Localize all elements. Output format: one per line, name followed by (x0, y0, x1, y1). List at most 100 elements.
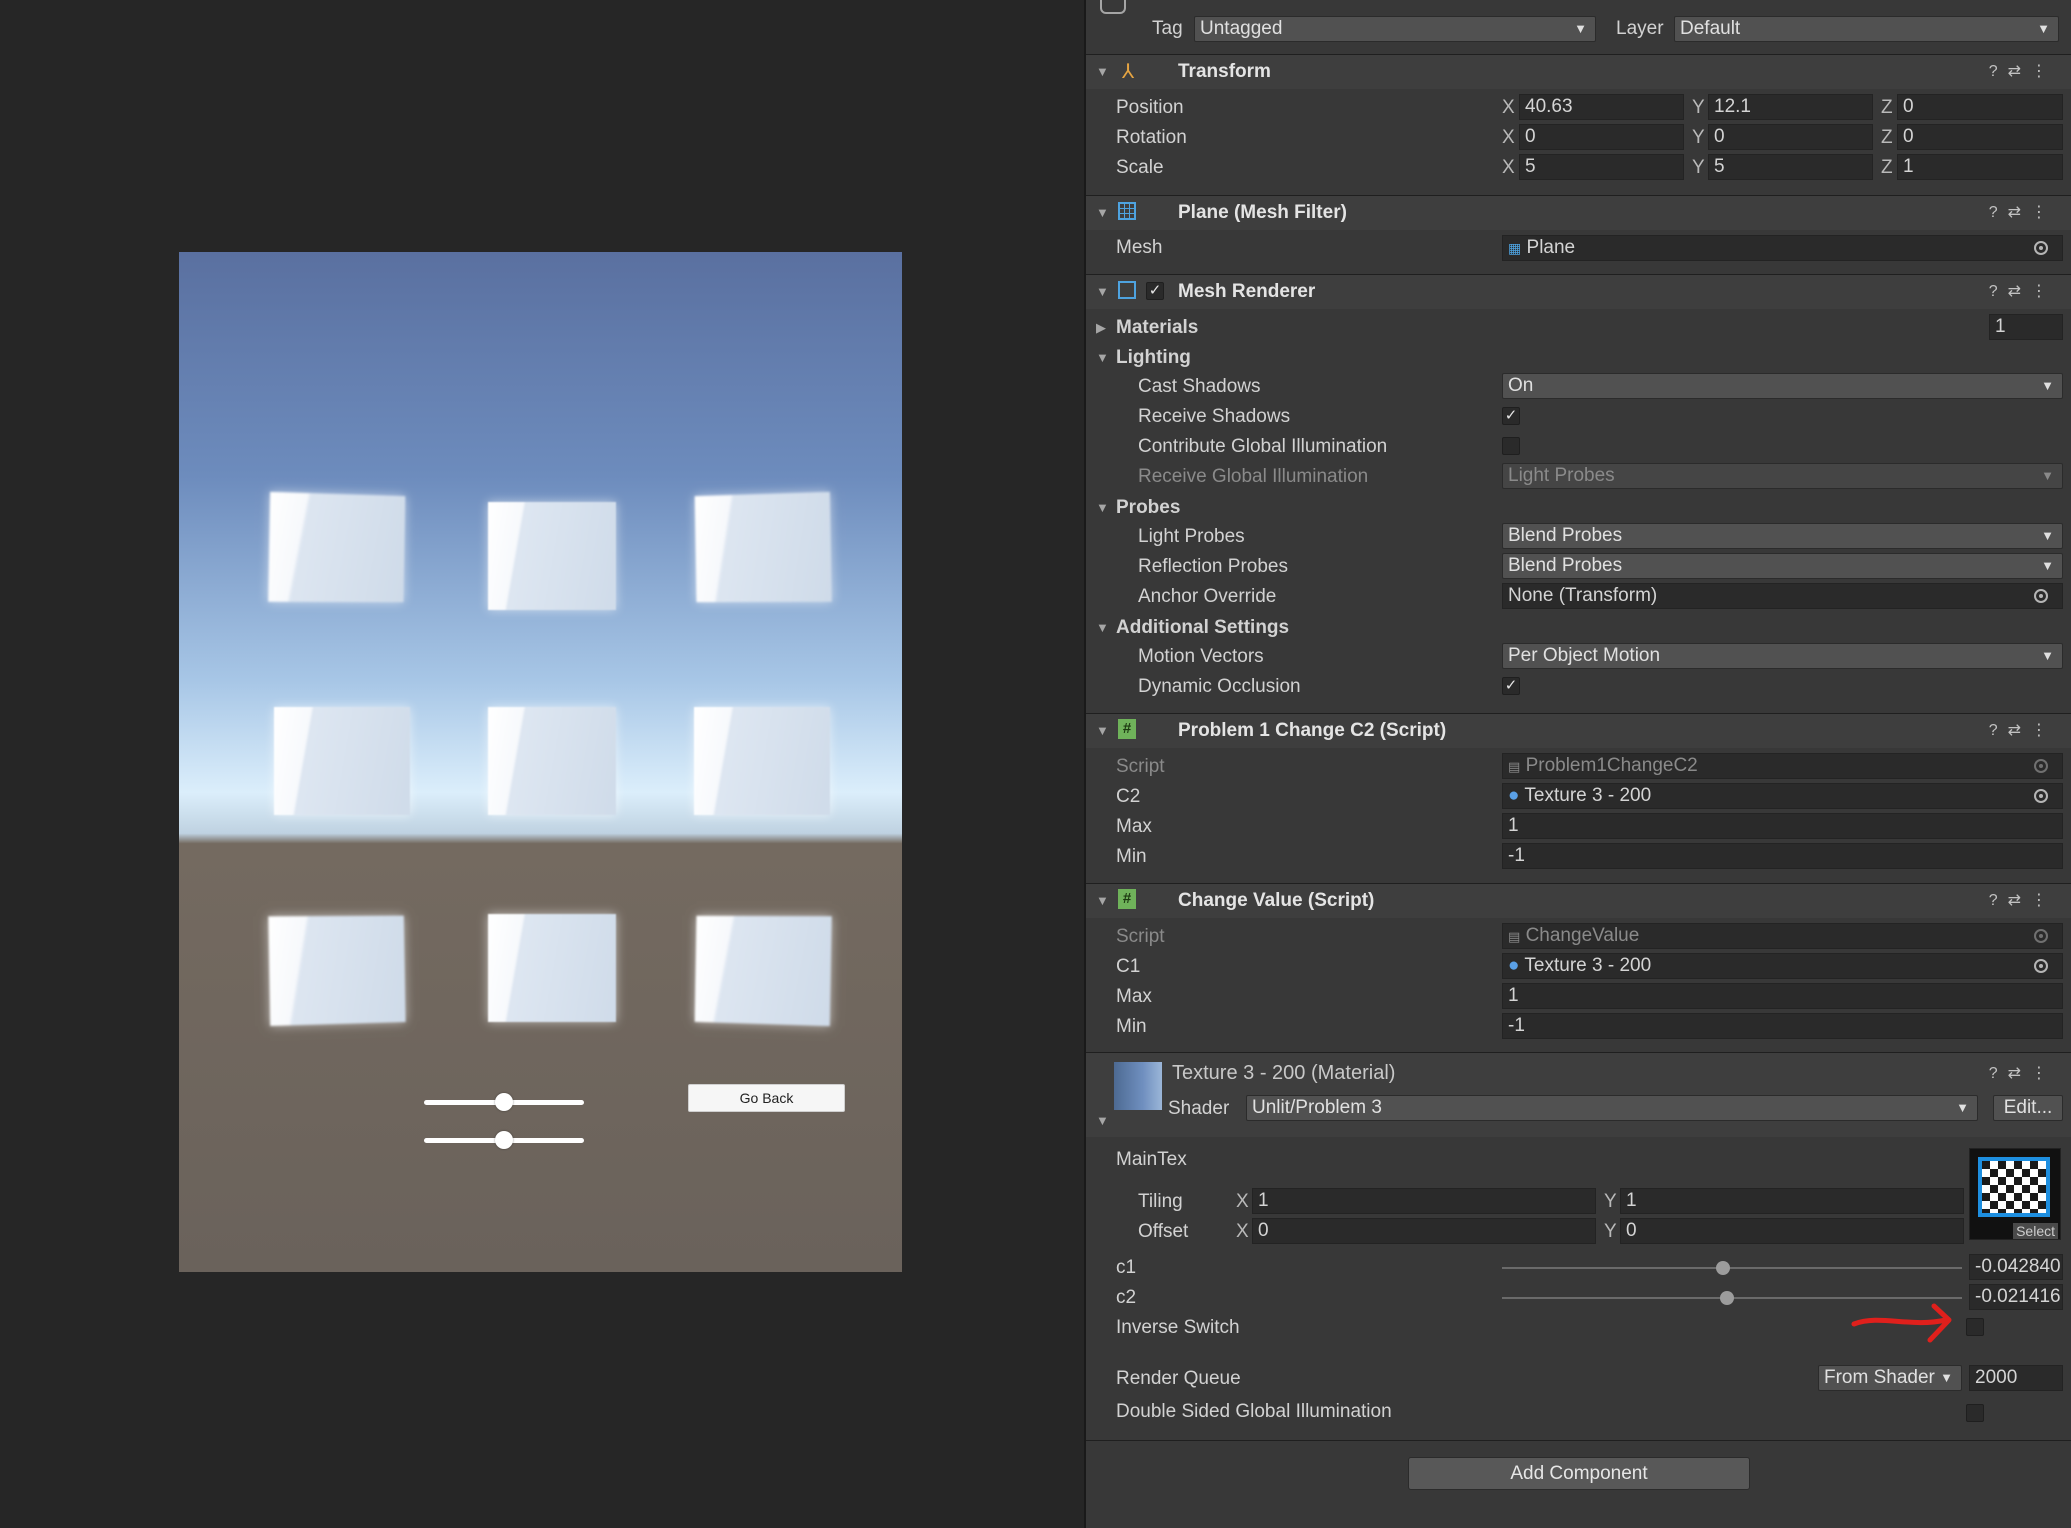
edit-shader-button[interactable]: Edit... (1993, 1095, 2063, 1121)
motion-vectors-dropdown[interactable]: Per Object Motion ▼ (1502, 643, 2063, 669)
light-probes-dropdown[interactable]: Blend Probes ▼ (1502, 523, 2063, 549)
foldout-arrow-icon[interactable]: ▼ (1096, 723, 1109, 738)
mesh-field[interactable]: ▦ Plane (1502, 235, 2063, 261)
puzzle-tile[interactable] (694, 707, 830, 815)
axis-y-label: Y (1604, 1221, 1617, 1243)
object-picker-icon[interactable] (2034, 789, 2048, 803)
slider-thumb[interactable] (1720, 1291, 1734, 1305)
scale-y-field[interactable]: 5 (1708, 154, 1873, 180)
lighting-label[interactable]: Lighting (1116, 347, 1191, 369)
position-z-field[interactable]: 0 (1897, 94, 2063, 120)
component-menu-icons[interactable]: ?⇄⋮ (1989, 720, 2057, 740)
c1-value-field[interactable]: -0.042840 (1969, 1254, 2063, 1280)
change-value-script-header[interactable]: ▼ # Change Value (Script) ?⇄⋮ (1086, 883, 2071, 918)
dropdown-arrow-icon: ▼ (2041, 374, 2054, 398)
checker-texture-icon (1978, 1157, 2050, 1217)
mesh-renderer-header[interactable]: ▼ ✓ Mesh Renderer ?⇄⋮ (1086, 274, 2071, 309)
mesh-renderer-enabled-checkbox[interactable]: ✓ (1146, 282, 1164, 300)
rotation-y-field[interactable]: 0 (1708, 124, 1873, 150)
anchor-override-field[interactable]: None (Transform) (1502, 583, 2063, 609)
layer-dropdown[interactable]: Default ▼ (1674, 16, 2059, 42)
mesh-renderer-icon (1118, 281, 1136, 299)
transform-header[interactable]: ▼ ⅄ Transform ?⇄⋮ (1086, 54, 2071, 89)
position-x-field[interactable]: 40.63 (1519, 94, 1684, 120)
select-label[interactable]: Select (2013, 1223, 2058, 1239)
rotation-x-field[interactable]: 0 (1519, 124, 1684, 150)
tiling-y-field[interactable]: 1 (1620, 1188, 1964, 1214)
offset-x-field[interactable]: 0 (1252, 1218, 1596, 1244)
puzzle-tile[interactable] (274, 707, 410, 815)
object-picker-icon[interactable] (2034, 589, 2048, 603)
materials-foldout-icon[interactable]: ▶ (1096, 320, 1106, 336)
additional-settings-label[interactable]: Additional Settings (1116, 617, 1289, 639)
foldout-arrow-icon[interactable]: ▼ (1096, 893, 1109, 908)
problem1-script-header[interactable]: ▼ # Problem 1 Change C2 (Script) ?⇄⋮ (1086, 713, 2071, 748)
c1-material-field[interactable]: ● Texture 3 - 200 (1502, 953, 2063, 979)
change-value-max-field[interactable]: 1 (1502, 983, 2063, 1009)
reflection-probes-dropdown[interactable]: Blend Probes ▼ (1502, 553, 2063, 579)
shader-label: Shader (1168, 1098, 1229, 1120)
shader-dropdown[interactable]: Unlit/Problem 3 ▼ (1246, 1095, 1978, 1121)
slider-2[interactable] (424, 1130, 584, 1150)
position-y-field[interactable]: 12.1 (1708, 94, 1873, 120)
mesh-filter-header[interactable]: ▼ Plane (Mesh Filter) ?⇄⋮ (1086, 195, 2071, 230)
problem1-min-field[interactable]: -1 (1502, 843, 2063, 869)
add-component-button[interactable]: Add Component (1408, 1457, 1750, 1490)
slider-knob[interactable] (495, 1131, 513, 1149)
puzzle-tile[interactable] (695, 916, 832, 1026)
puzzle-tile[interactable] (695, 492, 832, 602)
change-value-min-field[interactable]: -1 (1502, 1013, 2063, 1039)
double-sided-gi-label: Double Sided Global Illumination (1116, 1401, 1392, 1423)
scale-x-field[interactable]: 5 (1519, 154, 1684, 180)
c2-value-field[interactable]: -0.021416 (1969, 1284, 2063, 1310)
probes-label[interactable]: Probes (1116, 497, 1180, 519)
materials-label[interactable]: Materials (1116, 317, 1198, 339)
render-queue-mode-dropdown[interactable]: From Shader ▼ (1818, 1365, 1962, 1391)
tag-value: Untagged (1200, 18, 1282, 39)
inverse-switch-checkbox[interactable] (1966, 1318, 1984, 1336)
additional-settings-foldout-icon[interactable]: ▼ (1096, 620, 1109, 635)
slider-knob[interactable] (495, 1093, 513, 1111)
slider-thumb[interactable] (1716, 1261, 1730, 1275)
object-picker-icon[interactable] (2034, 959, 2048, 973)
double-sided-gi-checkbox[interactable] (1966, 1404, 1984, 1422)
rotation-z-field[interactable]: 0 (1897, 124, 2063, 150)
puzzle-tile[interactable] (488, 707, 616, 815)
foldout-arrow-icon[interactable]: ▼ (1096, 205, 1109, 220)
render-queue-field[interactable]: 2000 (1969, 1365, 2063, 1391)
foldout-arrow-icon[interactable]: ▼ (1096, 64, 1109, 79)
script-file-icon: ▤ (1508, 929, 1520, 944)
component-menu-icons[interactable]: ?⇄⋮ (1989, 1063, 2057, 1083)
object-picker-icon[interactable] (2034, 241, 2048, 255)
contribute-gi-checkbox[interactable] (1502, 437, 1520, 455)
material-foldout-icon[interactable]: ▼ (1096, 1113, 1109, 1128)
scale-z-field[interactable]: 1 (1897, 154, 2063, 180)
offset-y-field[interactable]: 0 (1620, 1218, 1964, 1244)
offset-label: Offset (1138, 1221, 1188, 1243)
c2-material-field[interactable]: ● Texture 3 - 200 (1502, 783, 2063, 809)
materials-count-field[interactable]: 1 (1989, 314, 2063, 340)
foldout-arrow-icon[interactable]: ▼ (1096, 284, 1109, 299)
tag-dropdown[interactable]: Untagged ▼ (1194, 16, 1596, 42)
lighting-foldout-icon[interactable]: ▼ (1096, 350, 1109, 365)
gameobject-icon (1100, 0, 1126, 14)
tiling-x-field[interactable]: 1 (1252, 1188, 1596, 1214)
dynamic-occlusion-checkbox[interactable]: ✓ (1502, 677, 1520, 695)
puzzle-tile[interactable] (268, 916, 405, 1026)
component-menu-icons[interactable]: ?⇄⋮ (1989, 202, 2057, 222)
go-back-button[interactable]: Go Back (688, 1084, 845, 1112)
slider-1[interactable] (424, 1092, 584, 1112)
receive-shadows-checkbox[interactable]: ✓ (1502, 407, 1520, 425)
component-menu-icons[interactable]: ?⇄⋮ (1989, 61, 2057, 81)
game-screen: Go Back (179, 252, 902, 1272)
component-menu-icons[interactable]: ?⇄⋮ (1989, 281, 2057, 301)
probes-foldout-icon[interactable]: ▼ (1096, 500, 1109, 515)
problem1-max-field[interactable]: 1 (1502, 813, 2063, 839)
puzzle-tile[interactable] (488, 502, 616, 610)
cast-shadows-dropdown[interactable]: On ▼ (1502, 373, 2063, 399)
puzzle-tile[interactable] (268, 492, 405, 602)
puzzle-tile[interactable] (488, 914, 616, 1022)
texture-thumbnail[interactable]: Select (1969, 1148, 2061, 1240)
component-menu-icons[interactable]: ?⇄⋮ (1989, 890, 2057, 910)
light-probes-value: Blend Probes (1508, 525, 1622, 546)
